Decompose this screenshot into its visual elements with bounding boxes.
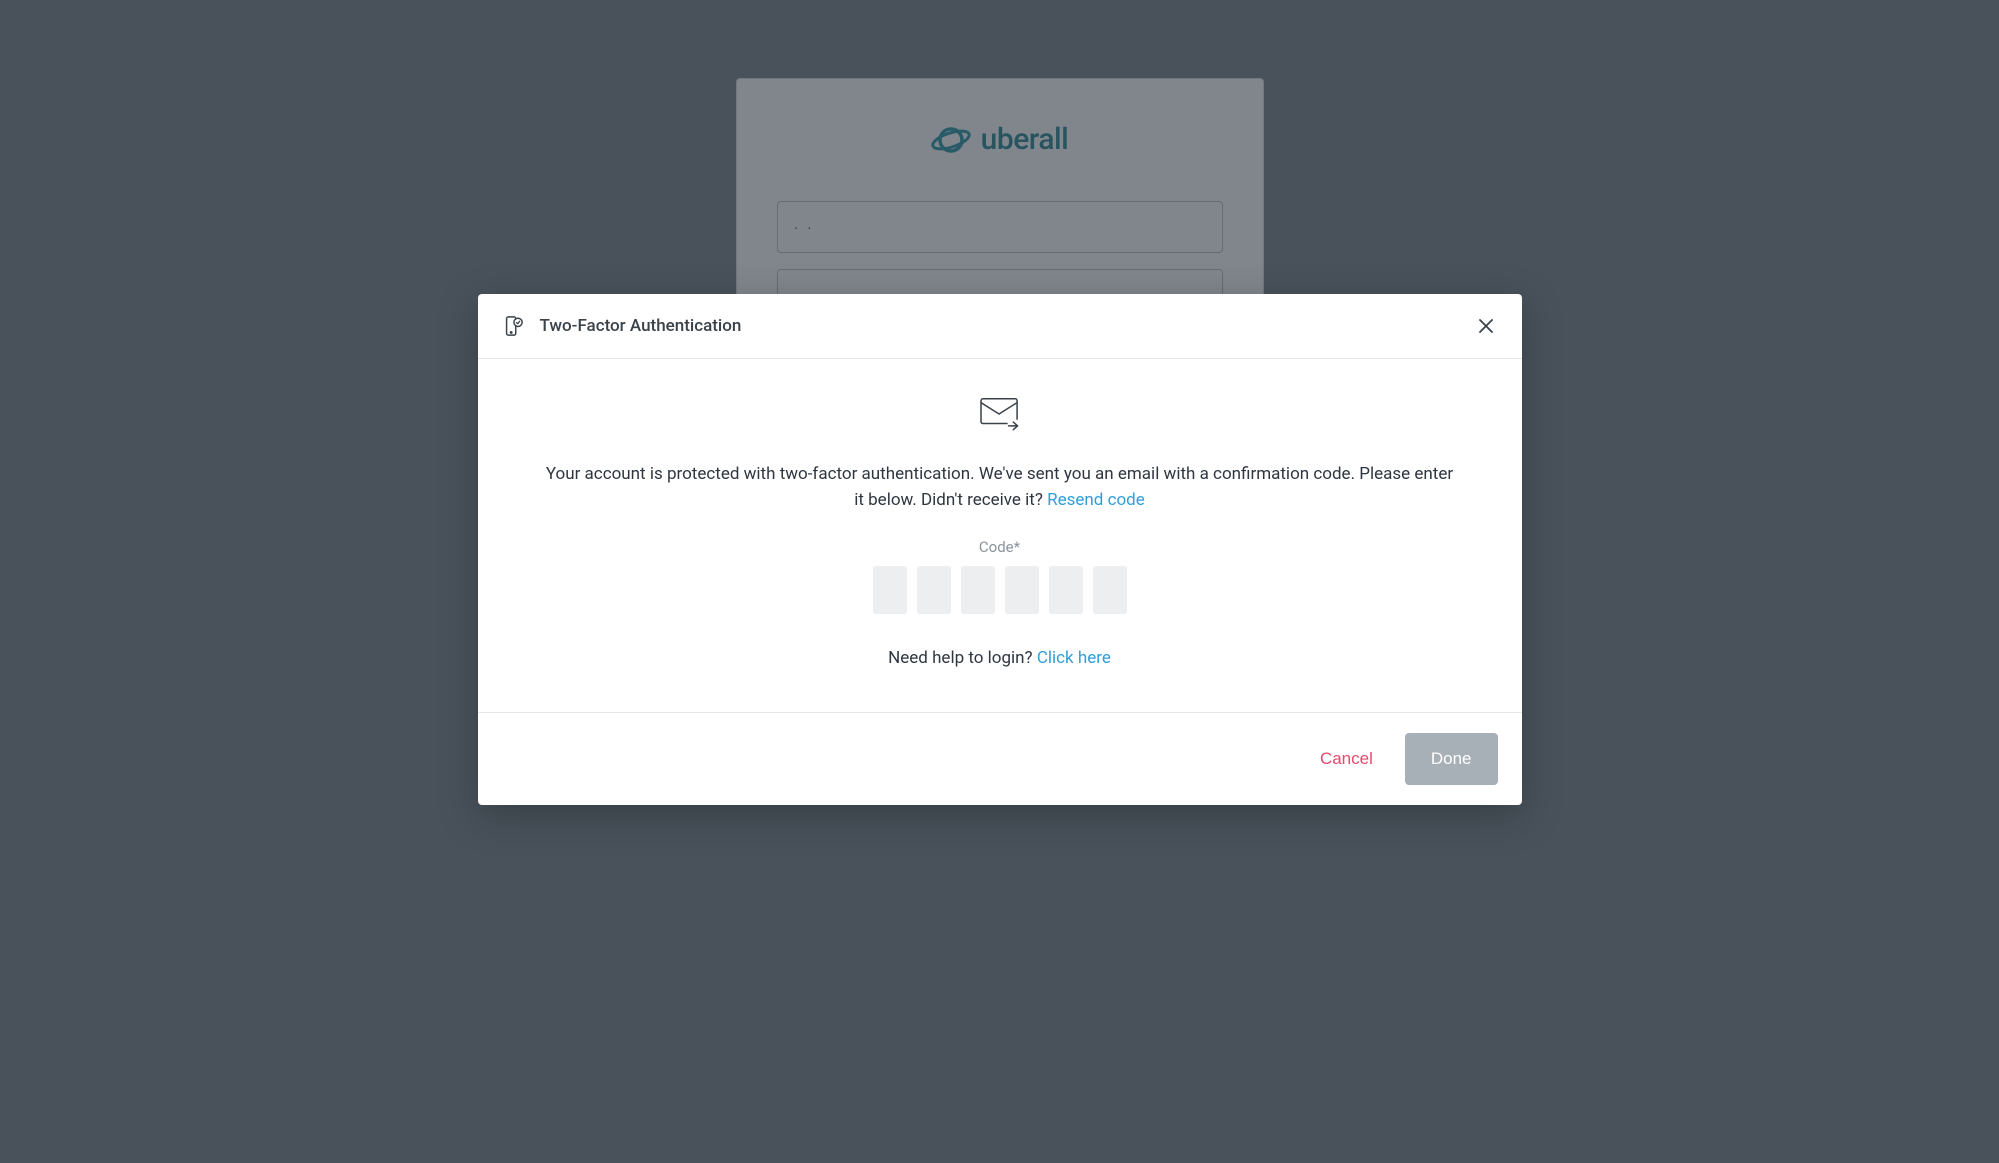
code-digit-3[interactable] [961, 566, 995, 614]
code-digit-1[interactable] [873, 566, 907, 614]
instruction-text-content: Your account is protected with two-facto… [546, 464, 1453, 510]
modal-footer: Cancel Done [478, 712, 1522, 805]
code-digit-5[interactable] [1049, 566, 1083, 614]
code-digit-4[interactable] [1005, 566, 1039, 614]
modal-header-left: Two-Factor Authentication [502, 315, 742, 337]
help-text-content: Need help to login? [888, 648, 1037, 668]
done-button[interactable]: Done [1405, 733, 1498, 785]
help-link[interactable]: Click here [1037, 648, 1111, 668]
modal-body: Your account is protected with two-facto… [478, 359, 1522, 712]
resend-code-link[interactable]: Resend code [1047, 490, 1145, 510]
code-digit-2[interactable] [917, 566, 951, 614]
instruction-text: Your account is protected with two-facto… [545, 461, 1455, 514]
help-text: Need help to login? Click here [526, 648, 1474, 668]
modal-header: Two-Factor Authentication [478, 294, 1522, 359]
close-button[interactable] [1474, 314, 1498, 338]
phone-auth-icon [502, 315, 524, 337]
cancel-button[interactable]: Cancel [1304, 737, 1389, 781]
code-digit-6[interactable] [1093, 566, 1127, 614]
code-input-group [526, 566, 1474, 614]
envelope-send-icon [979, 395, 1021, 433]
close-icon [1478, 318, 1494, 334]
two-factor-modal: Two-Factor Authentication Your account i… [478, 294, 1522, 805]
code-field-label: Code* [526, 538, 1474, 556]
modal-title: Two-Factor Authentication [540, 316, 742, 336]
